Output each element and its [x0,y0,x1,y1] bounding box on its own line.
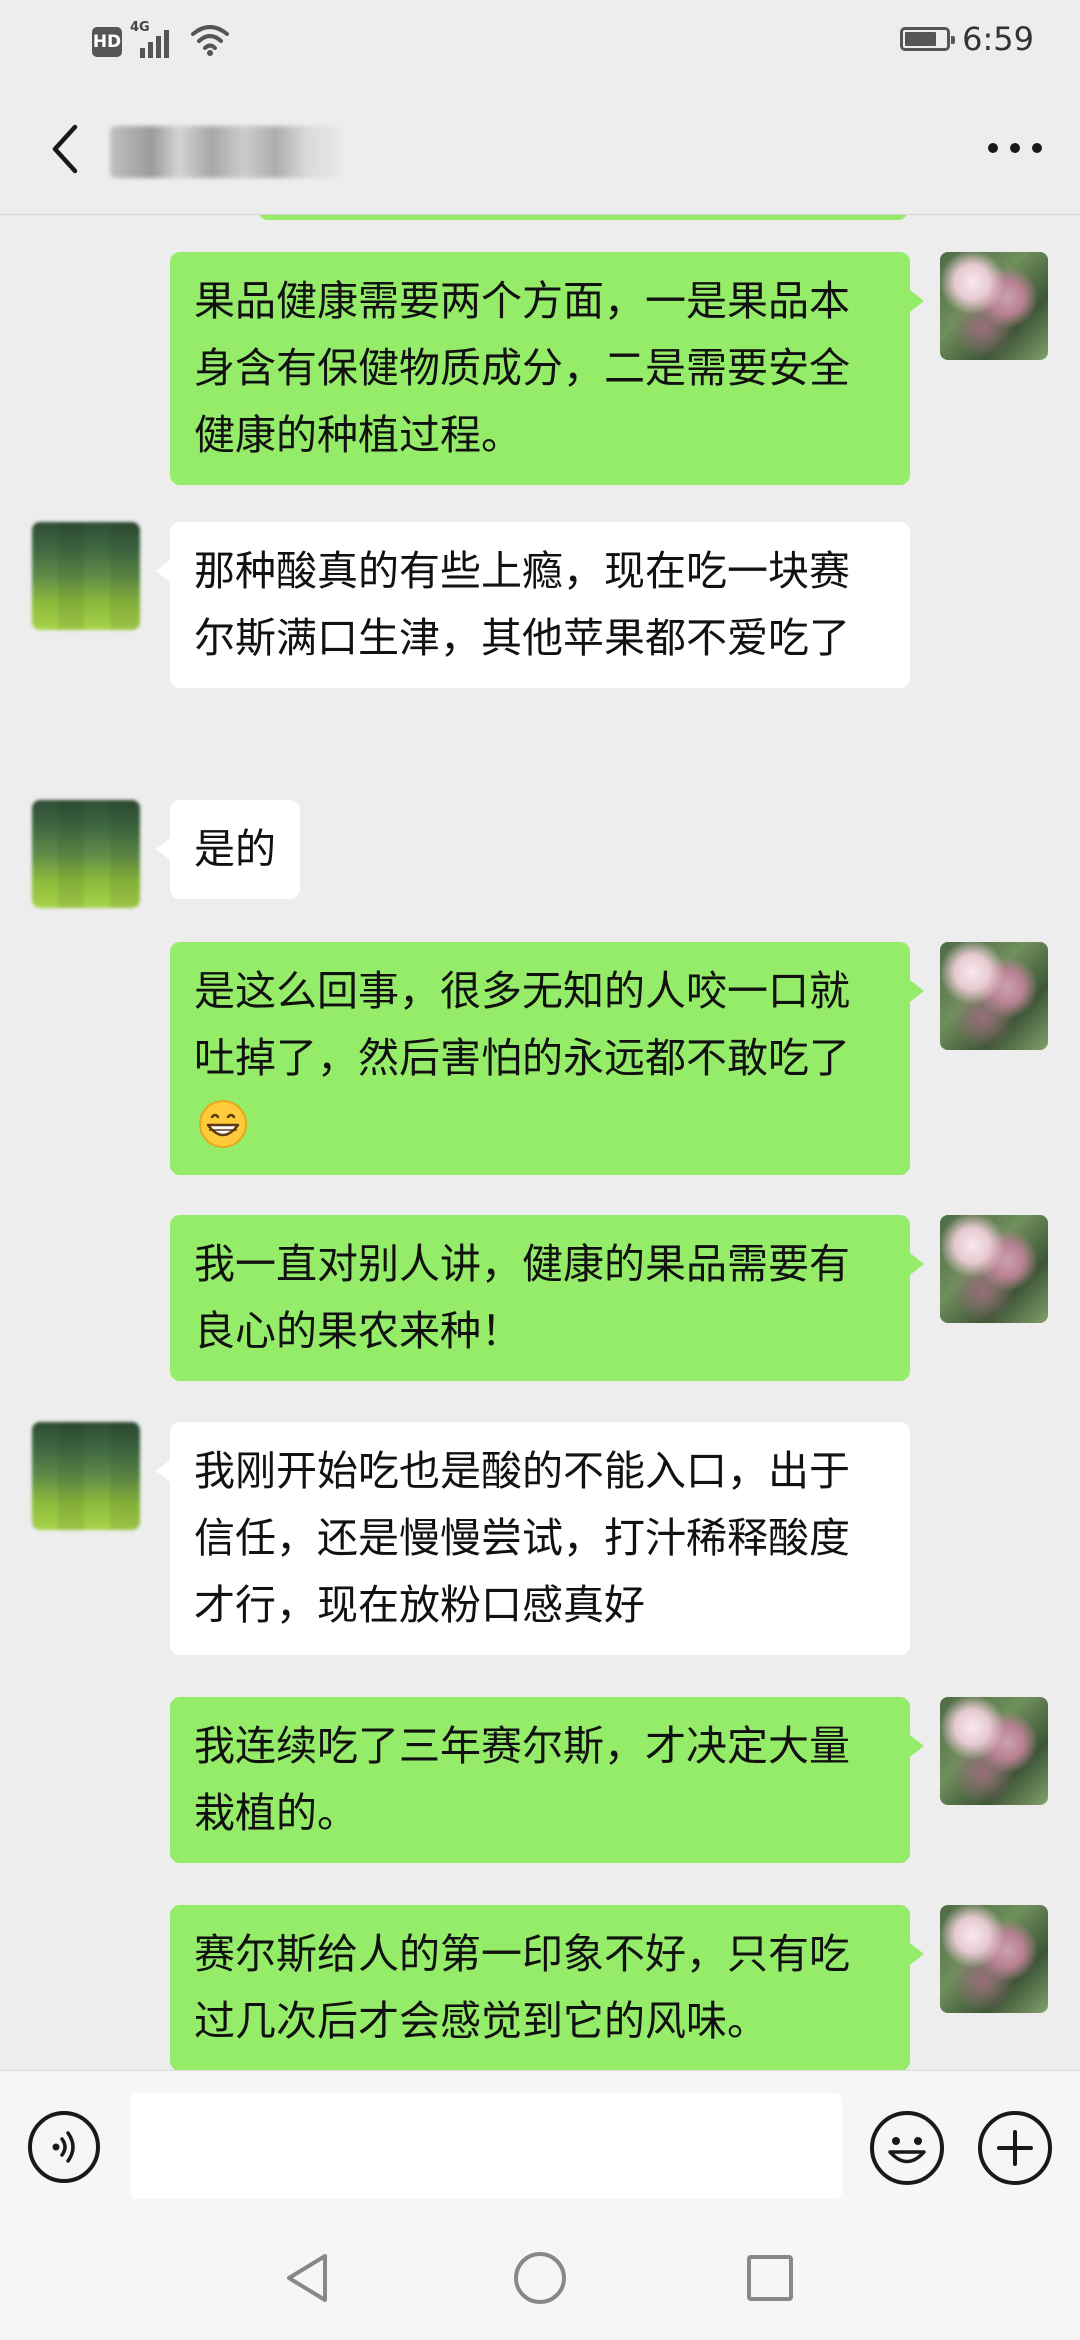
more-horizontal-icon [988,143,1042,153]
message-bubble[interactable]: 赛尔斯给人的第一印象不好，只有吃过几次后才会感觉到它的风味。 [170,1905,924,2070]
message-text: 我连续吃了三年赛尔斯，才决定大量栽植的。 [194,1722,850,1837]
message-bubble[interactable]: 是的 [156,800,300,899]
message-text: 那种酸真的有些上瘾，现在吃一块赛尔斯满口生津，其他苹果都不爱吃了 [194,547,850,662]
message-bubble[interactable]: 我刚开始吃也是酸的不能入口，出于信任，还是慢慢尝试，打汁稀释酸度才行，现在放粉口… [156,1422,910,1655]
message-text: 我刚开始吃也是酸的不能入口，出于信任，还是慢慢尝试，打汁稀释酸度才行，现在放粉口… [194,1447,850,1629]
system-recents-button[interactable] [740,2248,800,2308]
more-button[interactable] [980,118,1050,178]
avatar[interactable] [940,1697,1048,1805]
avatar[interactable] [32,800,140,908]
recents-square-icon [747,2255,793,2301]
message-bubble[interactable]: 我连续吃了三年赛尔斯，才决定大量栽植的。 [170,1697,924,1863]
message-text: 赛尔斯给人的第一印象不好，只有吃过几次后才会感觉到它的风味。 [194,1930,850,2045]
back-triangle-icon [287,2254,327,2302]
message-text: 果品健康需要两个方面，一是果品本身含有保健物质成分，二是需要安全健康的种植过程。 [194,277,850,459]
message-text: 是的 [194,825,276,873]
chat-title-obscured [110,126,340,178]
back-button[interactable] [30,114,100,184]
avatar[interactable] [940,1905,1048,2013]
avatar[interactable] [32,1422,140,1530]
emoji-icon [888,2137,926,2164]
message-list[interactable]: 果品健康需要两个方面，一是果品本身含有保健物质成分，二是需要安全健康的种植过程。… [0,0,1080,2070]
system-home-button[interactable] [510,2248,570,2308]
message-bubble[interactable]: 我一直对别人讲，健康的果品需要有良心的果农来种！ [170,1215,924,1381]
message-input[interactable] [130,2093,842,2199]
emoji-button[interactable] [870,2111,944,2185]
avatar[interactable] [940,1215,1048,1323]
message-bubble[interactable]: 果品健康需要两个方面，一是果品本身含有保健物质成分，二是需要安全健康的种植过程。 [170,252,924,485]
system-back-button[interactable] [278,2248,338,2308]
avatar[interactable] [32,522,140,630]
message-bubble[interactable]: 是这么回事，很多无知的人咬一口就吐掉了，然后害怕的永远都不敢吃了 [170,942,924,1175]
system-navigation-bar [0,2216,1080,2340]
home-circle-icon [514,2252,566,2304]
avatar[interactable] [940,942,1048,1050]
plus-button[interactable] [978,2111,1052,2185]
message-bubble[interactable]: 那种酸真的有些上瘾，现在吃一块赛尔斯满口生津，其他苹果都不爱吃了 [156,522,910,688]
avatar[interactable] [940,252,1048,360]
message-text: 我一直对别人讲，健康的果品需要有良心的果农来种！ [194,1240,850,1355]
plus-icon [997,2130,1033,2166]
message-text: 是这么回事，很多无知的人咬一口就吐掉了，然后害怕的永远都不敢吃了 [194,967,850,1082]
voice-button[interactable] [28,2111,100,2183]
input-bar [0,2070,1080,2217]
voice-icon [52,2131,75,2163]
grinning-face-emoji [199,1100,247,1148]
chevron-left-icon [52,124,78,174]
chat-header [0,84,1080,215]
